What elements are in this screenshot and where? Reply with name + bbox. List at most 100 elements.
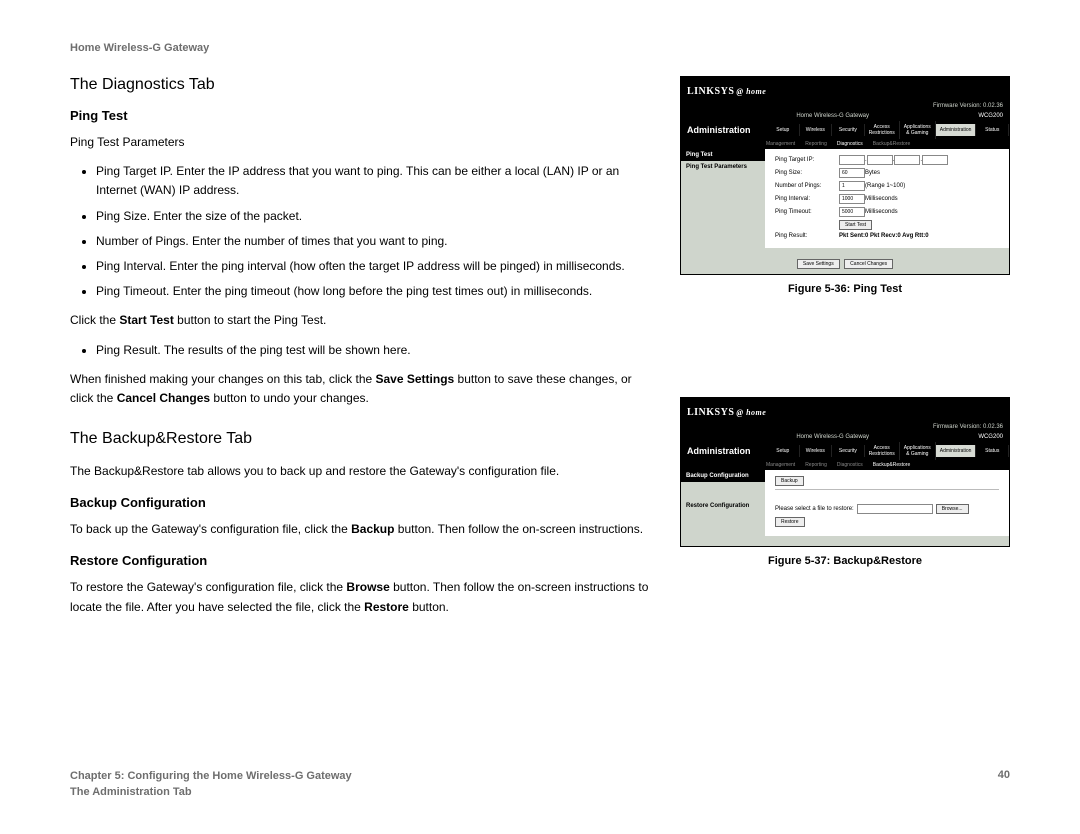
tab-setup[interactable]: Setup bbox=[767, 445, 800, 457]
heading-restore-config: Restore Configuration bbox=[70, 553, 652, 568]
text-restore: To restore the Gateway's configuration f… bbox=[70, 578, 652, 616]
tab-security[interactable]: Security bbox=[832, 445, 865, 457]
subtab[interactable]: Reporting bbox=[800, 139, 832, 149]
start-test-button[interactable]: Start Test bbox=[839, 220, 872, 230]
ip-field-b[interactable] bbox=[867, 155, 893, 165]
label-target-ip: Ping Target IP: bbox=[775, 157, 839, 163]
text: To back up the Gateway's configuration f… bbox=[70, 522, 351, 536]
label-interval: Ping Interval: bbox=[775, 196, 839, 202]
restore-hint: Please select a file to restore: bbox=[775, 506, 854, 512]
page-number: 40 bbox=[998, 769, 1010, 800]
unit: Bytes bbox=[865, 170, 880, 176]
section-title-backup: The Backup&Restore Tab bbox=[70, 430, 652, 448]
admin-title: Administration bbox=[681, 121, 767, 139]
label-size: Ping Size: bbox=[775, 170, 839, 176]
size-field[interactable]: 60 bbox=[839, 168, 865, 178]
subtab-diagnostics[interactable]: Diagnostics bbox=[832, 139, 868, 149]
list-item: Ping Timeout. Enter the ping timeout (ho… bbox=[96, 282, 652, 301]
label-result: Ping Result: bbox=[775, 233, 839, 239]
tab-wireless[interactable]: Wireless bbox=[800, 124, 833, 136]
cancel-changes-button[interactable]: Cancel Changes bbox=[844, 259, 893, 269]
tab-setup[interactable]: Setup bbox=[767, 124, 800, 136]
text-params: Ping Test Parameters bbox=[70, 133, 652, 152]
figure-caption-ping: Figure 5-36: Ping Test bbox=[680, 283, 1010, 295]
tab-security[interactable]: Security bbox=[832, 124, 865, 136]
save-settings-button[interactable]: Save Settings bbox=[797, 259, 840, 269]
top-tabs: Setup Wireless Security Access Restricti… bbox=[767, 442, 1009, 460]
product-name: Home Wireless-G Gateway bbox=[796, 113, 869, 119]
text: When finished making your changes on thi… bbox=[70, 372, 376, 386]
text-save-note: When finished making your changes on thi… bbox=[70, 370, 652, 408]
tab-access[interactable]: Access Restrictions bbox=[865, 442, 900, 460]
tab-access[interactable]: Access Restrictions bbox=[865, 121, 900, 139]
ip-field-d[interactable] bbox=[922, 155, 948, 165]
logo-linksys: LINKSYS bbox=[687, 407, 734, 418]
unit: Milliseconds bbox=[865, 209, 898, 215]
document-header: Home Wireless-G Gateway bbox=[70, 42, 1010, 54]
list-item: Ping Size. Enter the size of the packet. bbox=[96, 207, 652, 226]
text-bold: Start Test bbox=[119, 313, 173, 327]
list-item: Ping Target IP. Enter the IP address tha… bbox=[96, 162, 652, 200]
tab-apps[interactable]: Applications & Gaming bbox=[900, 442, 936, 460]
list-item: Ping Result. The results of the ping tes… bbox=[96, 341, 652, 360]
tab-apps[interactable]: Applications & Gaming bbox=[900, 121, 936, 139]
text-bold: Restore bbox=[364, 600, 409, 614]
list-ping-result: Ping Result. The results of the ping tes… bbox=[70, 341, 652, 360]
subtab[interactable]: Management bbox=[761, 139, 800, 149]
logo-athome: @ home bbox=[736, 408, 766, 417]
side-label-restore: Restore Configuration bbox=[681, 500, 765, 512]
subtab[interactable]: Reporting bbox=[800, 460, 832, 470]
text: To restore the Gateway's configuration f… bbox=[70, 580, 346, 594]
subtab-backup[interactable]: Backup&Restore bbox=[868, 460, 916, 470]
label-timeout: Ping Timeout: bbox=[775, 209, 839, 215]
unit: Milliseconds bbox=[865, 196, 898, 202]
text-bold: Save Settings bbox=[376, 372, 455, 386]
firmware-version: Firmware Version: 0.02.36 bbox=[933, 424, 1003, 430]
text-backup-intro: The Backup&Restore tab allows you to bac… bbox=[70, 462, 652, 481]
result-value: Pkt Sent:0 Pkt Recv:0 Avg Rtt:0 bbox=[839, 233, 929, 239]
product-name: Home Wireless-G Gateway bbox=[796, 434, 869, 440]
backup-button[interactable]: Backup bbox=[775, 476, 804, 486]
list-ping-params: Ping Target IP. Enter the IP address tha… bbox=[70, 162, 652, 301]
tab-status[interactable]: Status bbox=[976, 445, 1009, 457]
text-click-start: Click the Start Test button to start the… bbox=[70, 311, 652, 330]
section-title-diagnostics: The Diagnostics Tab bbox=[70, 76, 652, 94]
model-name: WCG200 bbox=[978, 434, 1003, 440]
restore-button[interactable]: Restore bbox=[775, 517, 805, 527]
tab-status[interactable]: Status bbox=[976, 124, 1009, 136]
range-hint: (Range 1~100) bbox=[865, 183, 905, 189]
ip-field-c[interactable] bbox=[894, 155, 920, 165]
model-name: WCG200 bbox=[978, 113, 1003, 119]
browse-button[interactable]: Browse... bbox=[936, 504, 969, 514]
interval-field[interactable]: 1000 bbox=[839, 194, 865, 204]
timeout-field[interactable]: 5000 bbox=[839, 207, 865, 217]
list-item: Number of Pings. Enter the number of tim… bbox=[96, 232, 652, 251]
file-path-field[interactable] bbox=[857, 504, 933, 514]
figure-ping-test: LINKSYS@ home Firmware Version: 0.02.36 … bbox=[680, 76, 1010, 275]
num-field[interactable]: 1 bbox=[839, 181, 865, 191]
text-bold: Cancel Changes bbox=[117, 391, 210, 405]
side-label-params: Ping Test Parameters bbox=[681, 161, 765, 173]
page-footer: Chapter 5: Configuring the Home Wireless… bbox=[70, 769, 1010, 800]
ip-field-a[interactable] bbox=[839, 155, 865, 165]
text: Click the bbox=[70, 313, 119, 327]
tab-administration[interactable]: Administration bbox=[936, 124, 977, 136]
side-label-backup: Backup Configuration bbox=[681, 470, 765, 482]
text: button. bbox=[409, 600, 449, 614]
text-bold: Browse bbox=[346, 580, 389, 594]
tab-administration[interactable]: Administration bbox=[936, 445, 977, 457]
subtab[interactable]: Management bbox=[761, 460, 800, 470]
logo-linksys: LINKSYS bbox=[687, 86, 734, 97]
text-bold: Backup bbox=[351, 522, 394, 536]
label-num: Number of Pings: bbox=[775, 183, 839, 189]
figures-column: LINKSYS@ home Firmware Version: 0.02.36 … bbox=[680, 76, 1010, 627]
heading-ping-test: Ping Test bbox=[70, 108, 652, 123]
footer-sub: The Administration Tab bbox=[70, 785, 352, 800]
text: button to start the Ping Test. bbox=[174, 313, 327, 327]
subtab[interactable]: Backup&Restore bbox=[868, 139, 916, 149]
subtab[interactable]: Diagnostics bbox=[832, 460, 868, 470]
tab-wireless[interactable]: Wireless bbox=[800, 445, 833, 457]
logo-athome: @ home bbox=[736, 87, 766, 96]
text-backup: To back up the Gateway's configuration f… bbox=[70, 520, 652, 539]
figure-caption-backup: Figure 5-37: Backup&Restore bbox=[680, 555, 1010, 567]
